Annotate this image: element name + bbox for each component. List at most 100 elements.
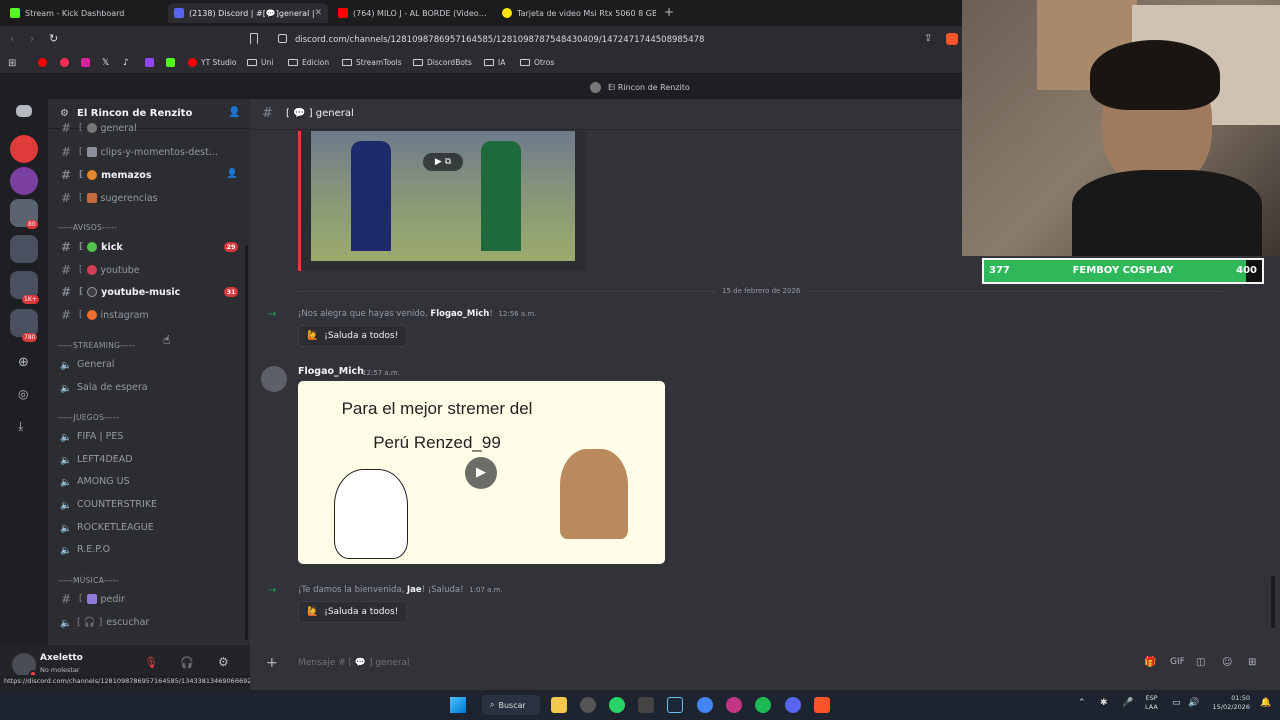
- settings-gear-icon[interactable]: ⚙: [218, 655, 229, 669]
- bookmark-music-icon[interactable]: [60, 58, 73, 67]
- channel-clips[interactable]: #[clips-y-momentos-dest...: [56, 142, 242, 162]
- message-author[interactable]: Flogao_Mich: [298, 366, 364, 377]
- tab-discord[interactable]: (2138) Discord | #[💬]general | ✕: [168, 3, 328, 23]
- avatar[interactable]: [261, 366, 287, 392]
- url-field[interactable]: discord.com/channels/1281098786957164585…: [266, 31, 962, 49]
- explore-icon[interactable]: ◎: [18, 387, 28, 401]
- tray-chevron-icon[interactable]: ⌃: [1078, 698, 1086, 708]
- gif-attachment[interactable]: Para el mejor stremer del Perú Renzed_99…: [298, 381, 665, 564]
- voice-channel-l4d[interactable]: 🔈 LEFT4DEAD: [60, 454, 133, 466]
- bookmark-folder-streamtools[interactable]: StreamTools: [342, 58, 402, 67]
- brave-icon[interactable]: [814, 697, 830, 713]
- discord-home-icon[interactable]: [16, 105, 32, 117]
- message-input[interactable]: Mensaje # [ 💬 ] general: [298, 658, 410, 668]
- join-username[interactable]: Jae: [407, 585, 422, 595]
- add-attachment-icon[interactable]: +: [266, 655, 278, 671]
- bookmark-folder-ia[interactable]: IA: [484, 58, 505, 67]
- close-tab-icon[interactable]: ✕: [315, 8, 323, 18]
- channel-kick[interactable]: #[kick 29: [56, 237, 242, 257]
- channel-pedir[interactable]: #[pedir: [56, 589, 242, 609]
- join-username[interactable]: Flogao_Mich: [430, 309, 489, 319]
- bookmark-youtube-icon[interactable]: [38, 58, 51, 67]
- emoji-icon[interactable]: ☺: [1222, 657, 1232, 668]
- server-icon[interactable]: [10, 135, 38, 163]
- category-juegos[interactable]: -----JUEGOS-----: [58, 413, 119, 422]
- language-indicator[interactable]: ESP LAA: [1145, 694, 1158, 712]
- server-folder-icon[interactable]: [10, 235, 38, 263]
- voice-channel-amongus[interactable]: 🔈 AMONG US: [60, 476, 130, 488]
- bookmark-instagram-icon[interactable]: [81, 58, 94, 67]
- mute-mic-icon[interactable]: 🎙: [144, 656, 158, 669]
- username[interactable]: Axeletto: [40, 653, 83, 663]
- headphones-icon[interactable]: 🎧: [180, 656, 194, 669]
- bookmark-folder-edicion[interactable]: Edicion: [288, 58, 329, 67]
- clock[interactable]: 01:50 15/02/2026: [1206, 694, 1250, 712]
- network-icon[interactable]: ▭: [1172, 698, 1181, 708]
- apps-icon[interactable]: ⊞: [8, 58, 16, 69]
- download-icon[interactable]: ⤓: [18, 419, 23, 434]
- category-avisos[interactable]: -----AVISOS-----: [58, 223, 117, 232]
- voice-channel-rl[interactable]: 🔈 ROCKETLEAGUE: [60, 522, 154, 534]
- notifications-icon[interactable]: 🔔: [1260, 698, 1271, 708]
- reload-icon[interactable]: ↻: [49, 32, 58, 45]
- video-thumbnail[interactable]: ▶ ⧉: [311, 131, 575, 261]
- file-explorer-icon[interactable]: [551, 697, 567, 713]
- bookmark-kick-icon[interactable]: [166, 58, 179, 67]
- sticker-icon[interactable]: ◫: [1196, 657, 1205, 668]
- volume-icon[interactable]: 🔊: [1188, 698, 1199, 708]
- tab-youtube[interactable]: (764) MILO J - AL BORDE (Video…: [332, 3, 492, 23]
- voice-channel-fifa[interactable]: 🔈 FIFA | PES: [60, 431, 123, 443]
- voice-channel-escuchar[interactable]: 🔈[ 🎧 ] escuchar: [60, 617, 149, 629]
- video-embed[interactable]: ▶ ⧉: [298, 131, 586, 271]
- steam-icon[interactable]: [667, 697, 683, 713]
- sidebar-scrollbar[interactable]: [245, 245, 248, 640]
- gift-icon[interactable]: 🎁: [1144, 657, 1156, 668]
- tab-mercadolibre[interactable]: Tarjeta de video Msi Rtx 5060 8 GB G…: [496, 3, 656, 23]
- discord-icon[interactable]: [785, 697, 801, 713]
- apps-icon[interactable]: ⊞: [1248, 657, 1256, 668]
- bookmark-folder-otros[interactable]: Otros: [520, 58, 554, 67]
- bookmark-tiktok-icon[interactable]: ♪: [123, 58, 129, 68]
- bookmark-folder-discordbots[interactable]: DiscordBots: [413, 58, 472, 67]
- play-icon[interactable]: ▶ ⧉: [423, 153, 463, 171]
- new-tab-button[interactable]: +: [664, 5, 674, 19]
- server-icon[interactable]: [10, 167, 38, 195]
- invite-icon[interactable]: 👤: [228, 107, 240, 118]
- category-musica[interactable]: -----MÚSICA-----: [58, 576, 119, 585]
- wave-button[interactable]: 🙋 ¡Saluda a todos!: [298, 325, 408, 347]
- search-button[interactable]: ⌕ Buscar: [482, 695, 540, 715]
- terminal-icon[interactable]: [638, 697, 654, 713]
- app-icon[interactable]: [580, 697, 596, 713]
- voice-channel-cs[interactable]: 🔈 COUNTERSTRIKE: [60, 499, 157, 511]
- chat-scrollbar[interactable]: [1271, 576, 1275, 628]
- chrome-icon[interactable]: [697, 697, 713, 713]
- gif-icon[interactable]: GIF: [1170, 657, 1185, 667]
- app-icon[interactable]: [726, 697, 742, 713]
- channel-youtube-music[interactable]: #[youtube-music 31: [56, 282, 242, 302]
- voice-channel-sala[interactable]: 🔈 Sala de espera: [60, 382, 148, 394]
- bookmark-x-icon[interactable]: 𝕏: [102, 58, 109, 68]
- back-icon[interactable]: ‹: [10, 32, 14, 45]
- add-server-icon[interactable]: ⊕: [18, 355, 29, 370]
- channel-instagram[interactable]: #[instagram: [56, 305, 242, 325]
- whatsapp-icon[interactable]: [609, 697, 625, 713]
- bookmark-yt-studio[interactable]: YT Studio: [188, 58, 236, 67]
- bookmark-folder-uni[interactable]: Uni: [247, 58, 273, 67]
- bookmark-twitch-icon[interactable]: [145, 58, 158, 67]
- microphone-icon[interactable]: 🎤: [1122, 698, 1133, 708]
- channel-memazos[interactable]: #[memazos 👤: [56, 165, 242, 185]
- wave-button[interactable]: 🙋 ¡Saluda a todos!: [298, 601, 408, 623]
- channel-general[interactable]: #[general: [56, 122, 242, 134]
- add-member-icon[interactable]: 👤: [227, 169, 238, 179]
- voice-channel-general[interactable]: 🔈 General: [60, 359, 114, 371]
- channel-sugerencias[interactable]: #[sugerencias: [56, 188, 242, 208]
- windows-start-icon[interactable]: [450, 697, 466, 713]
- play-icon[interactable]: ▶: [465, 457, 497, 489]
- tab-kick[interactable]: Stream - Kick Dashboard: [4, 3, 164, 23]
- bookmark-icon[interactable]: [250, 33, 258, 44]
- tray-app-icon[interactable]: ✱: [1100, 698, 1108, 708]
- spotify-icon[interactable]: [755, 697, 771, 713]
- channel-youtube[interactable]: #[youtube: [56, 260, 242, 280]
- forward-icon[interactable]: ›: [30, 32, 34, 45]
- category-streaming[interactable]: -----STREAMING-----: [58, 341, 135, 350]
